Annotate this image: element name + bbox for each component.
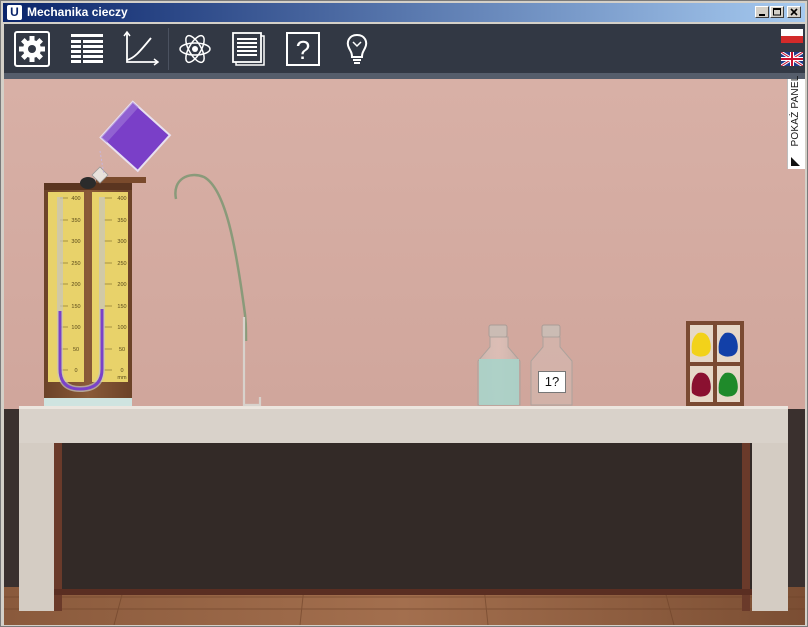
scale-right-label: 100 — [117, 325, 126, 331]
help-button[interactable]: ? — [284, 30, 322, 68]
scale-right-label: 50 — [119, 347, 125, 353]
minimize-button[interactable] — [755, 6, 769, 18]
application-window: U Mechanika cieczy ? 400 350 300 250 200… — [0, 0, 808, 627]
flag-pl-icon[interactable] — [781, 29, 803, 43]
scale-right-label: 150 — [117, 304, 126, 310]
scale-left-label: 300 — [71, 239, 80, 245]
scale-left-label: 200 — [71, 282, 80, 288]
scale-left-label: 150 — [71, 304, 80, 310]
scale-right-label: 200 — [117, 282, 126, 288]
scale-left-label: 400 — [71, 196, 80, 202]
atom-button[interactable] — [176, 30, 214, 68]
maximize-icon — [773, 8, 781, 16]
hint-button[interactable] — [338, 30, 376, 68]
close-icon — [790, 8, 798, 16]
svg-text:?: ? — [296, 35, 310, 65]
scale-left-label: 50 — [73, 347, 79, 353]
table-button[interactable] — [68, 30, 106, 68]
atom-icon — [179, 34, 211, 64]
toolbar-separator — [168, 28, 169, 70]
scene-canvas: 400 350 300 250 200 150 100 50 0 400 350… — [4, 79, 805, 625]
lightbulb-icon — [346, 33, 368, 64]
simulation-scene: 400 350 300 250 200 150 100 50 0 400 350… — [4, 79, 805, 625]
flag-en-icon[interactable] — [781, 52, 803, 66]
scale-right-label: 400 — [117, 196, 126, 202]
scale-right-label: 250 — [117, 261, 126, 267]
scale-unit: mm — [117, 375, 127, 381]
graph-button[interactable] — [121, 30, 160, 68]
tube-cap — [80, 177, 96, 189]
close-button[interactable] — [787, 6, 801, 18]
show-panel-label: POKAŻ PANEL — [790, 75, 801, 147]
bottle-liquid — [479, 359, 519, 405]
right-wall-shadow — [787, 409, 805, 594]
show-panel-tab[interactable]: POKAŻ PANEL — [787, 76, 805, 169]
scale-left-label: 350 — [71, 218, 80, 224]
app-icon: U — [7, 5, 22, 20]
scale-left-label: 100 — [71, 325, 80, 331]
scale-left-label: 250 — [71, 261, 80, 267]
graph-icon — [123, 30, 160, 66]
bottle-label: 1? — [538, 371, 566, 393]
window-title: Mechanika cieczy — [27, 5, 128, 19]
table-underside — [54, 443, 752, 589]
table-right-leg — [752, 443, 788, 611]
scale-right-label: 0 — [120, 368, 123, 374]
notes-button[interactable] — [230, 30, 268, 68]
minimize-icon — [759, 14, 765, 16]
u-tube-manometer[interactable]: 400 350 300 250 200 150 100 50 0 400 350… — [44, 166, 146, 406]
scale-left-label: 0 — [74, 368, 77, 374]
table-icon — [71, 34, 103, 63]
title-bar: U Mechanika cieczy — [3, 3, 805, 22]
panel-corner-icon — [791, 157, 800, 166]
gear-icon — [14, 31, 50, 67]
toolbar: ? — [4, 24, 805, 73]
table-top — [19, 406, 788, 443]
settings-button[interactable] — [13, 30, 51, 68]
scale-right-label: 300 — [117, 239, 126, 245]
document-icon — [232, 32, 265, 66]
table-left-leg — [19, 443, 54, 611]
scale-right-label: 350 — [117, 218, 126, 224]
maximize-button[interactable] — [770, 6, 784, 18]
question-icon: ? — [286, 32, 320, 66]
